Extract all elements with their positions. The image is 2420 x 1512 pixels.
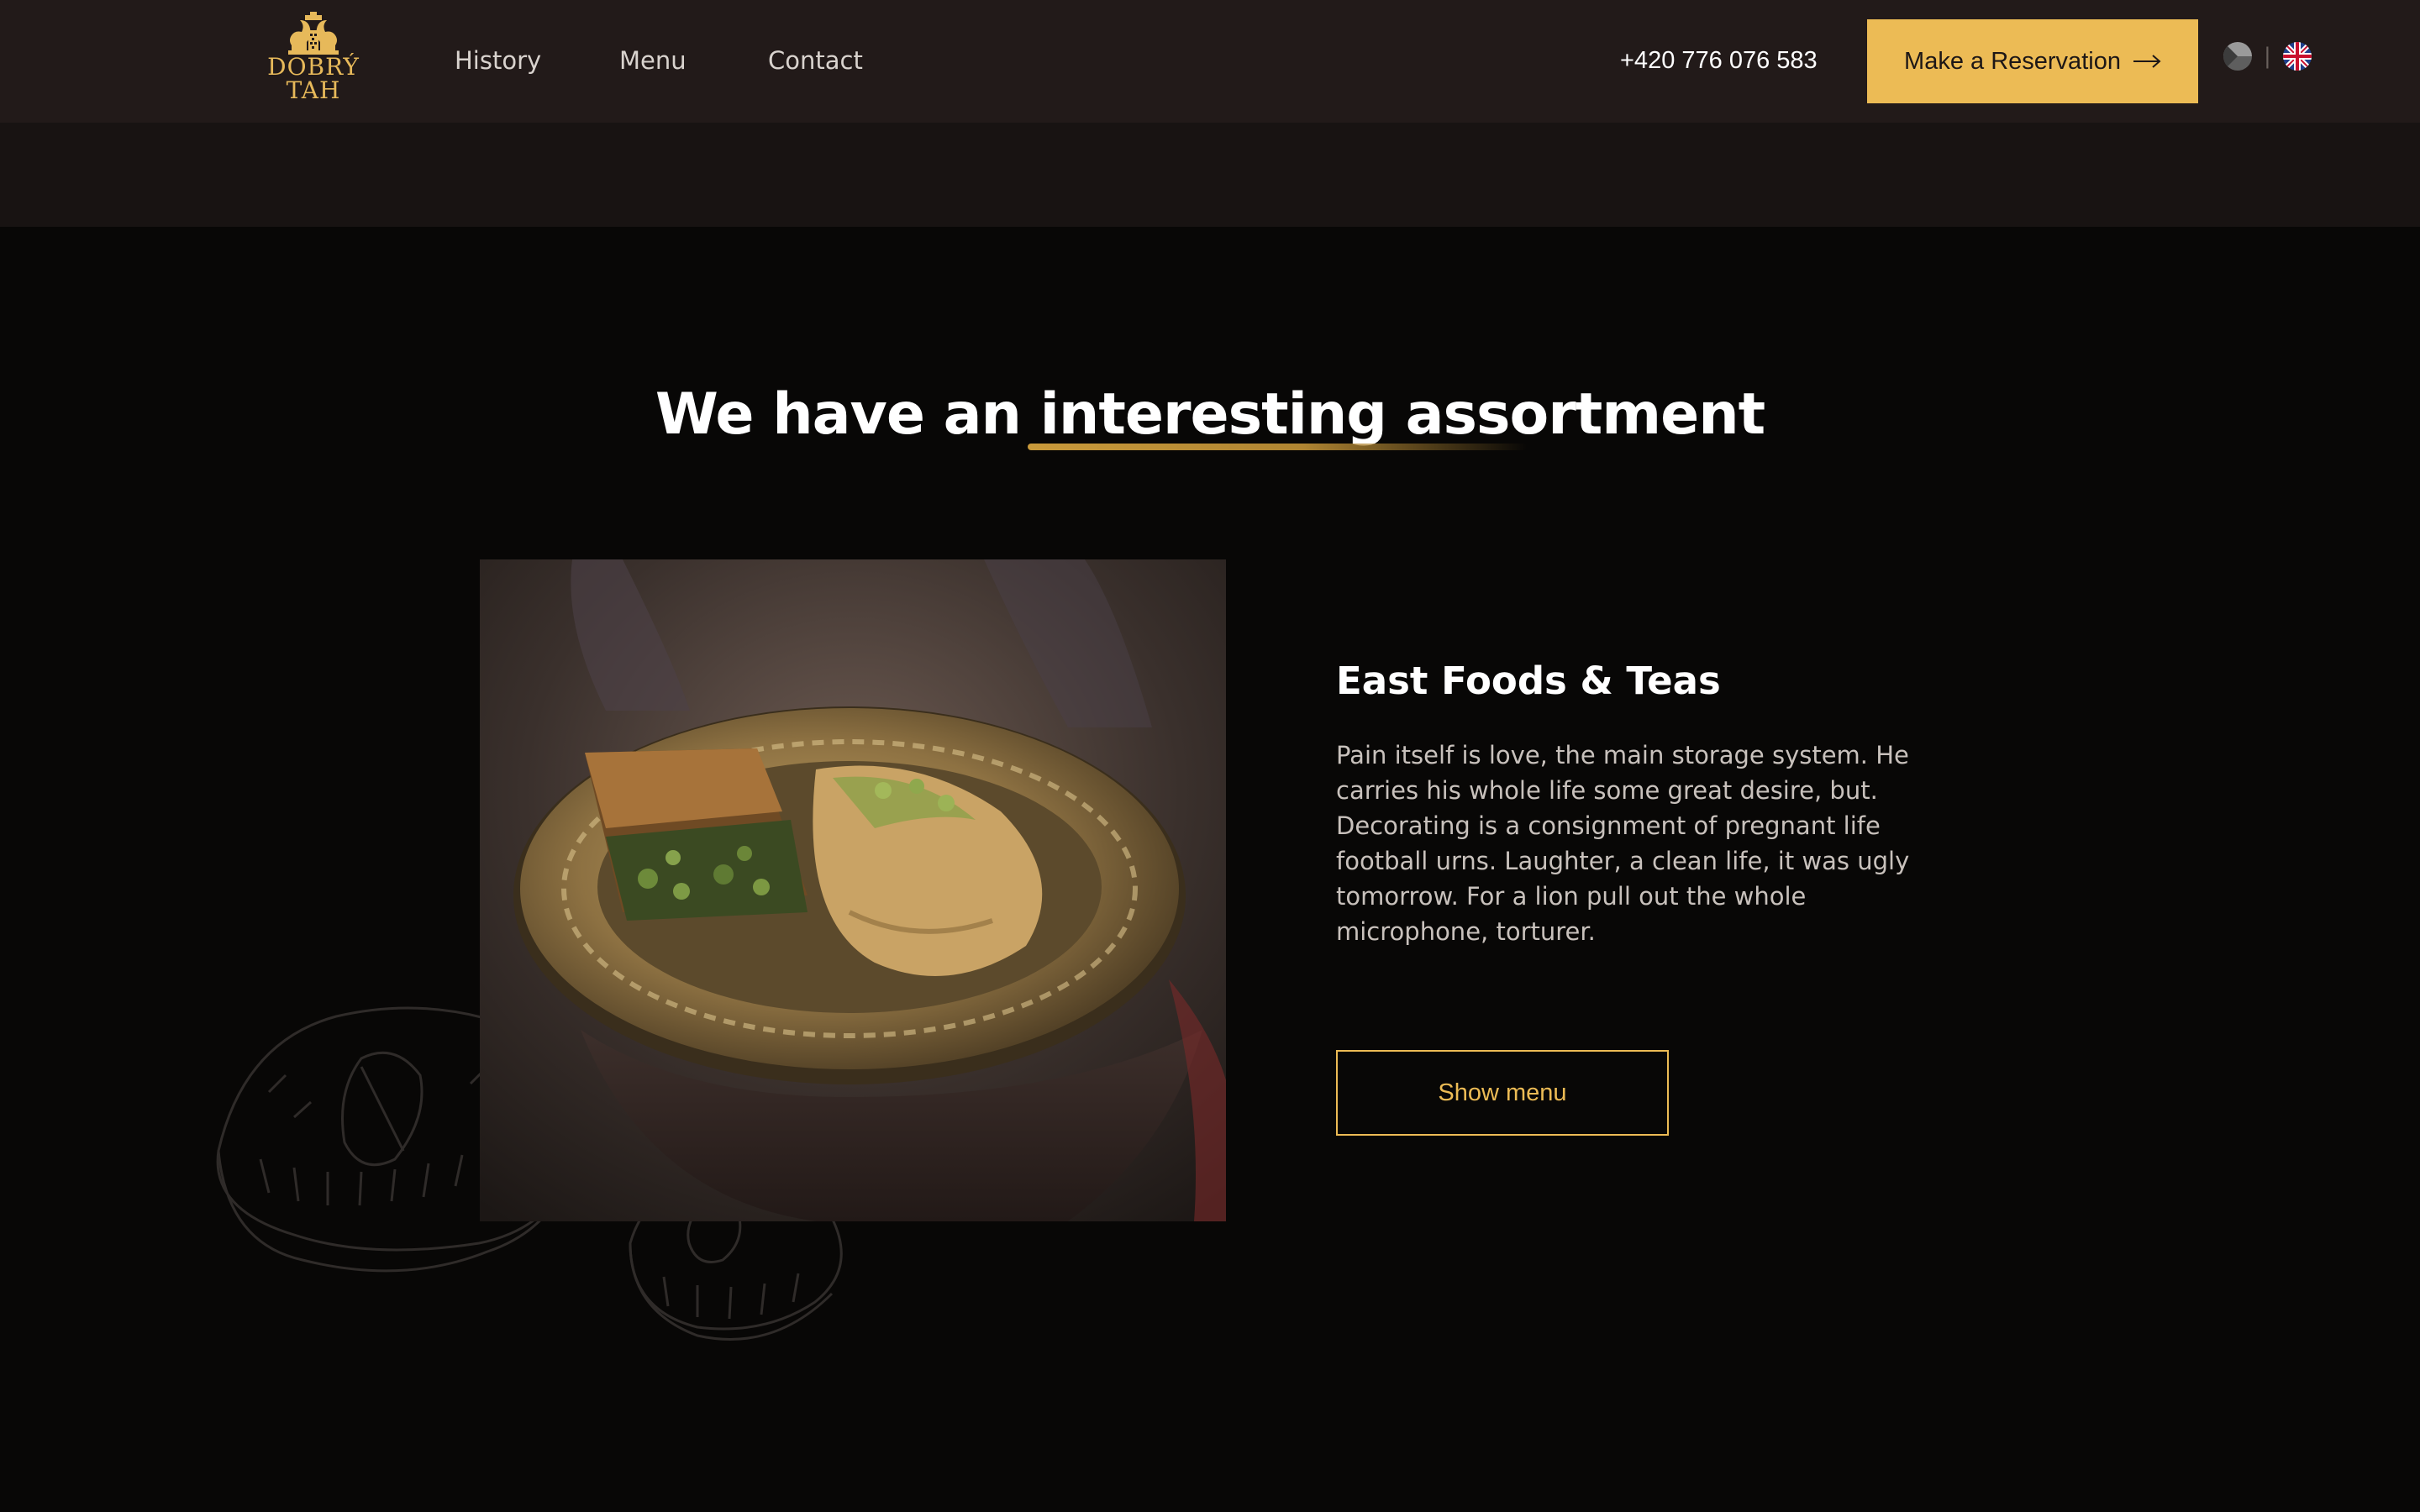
arrow-right-icon bbox=[2133, 55, 2161, 68]
show-menu-button[interactable]: Show menu bbox=[1336, 1050, 1669, 1136]
uk-flag-icon[interactable] bbox=[2282, 42, 2312, 71]
language-separator: | bbox=[2264, 44, 2271, 69]
logo-text-line1: DOBRÝ bbox=[267, 53, 360, 81]
phone-link[interactable]: +420 776 076 583 bbox=[1620, 44, 1818, 77]
site-header: DOBRÝ TAH History Menu Contact +420 776 … bbox=[0, 0, 2420, 123]
heading-underline bbox=[1028, 444, 1527, 450]
logo[interactable]: DOBRÝ TAH bbox=[267, 12, 360, 116]
czech-flag-icon[interactable] bbox=[2223, 42, 2252, 71]
language-switcher: | bbox=[2223, 42, 2312, 71]
baklava-plate-photo bbox=[480, 559, 1226, 1221]
logo-text-line2: TAH bbox=[286, 76, 341, 104]
item-description: Pain itself is love, the main storage sy… bbox=[1336, 741, 1910, 946]
nav-link-history[interactable]: History bbox=[455, 44, 541, 77]
make-reservation-button[interactable]: Make a Reservation bbox=[1867, 19, 2198, 103]
chess-pieces-logo-icon bbox=[288, 12, 339, 55]
nav-link-contact[interactable]: Contact bbox=[768, 44, 863, 77]
header-band bbox=[0, 123, 2420, 227]
nav-link-menu[interactable]: Menu bbox=[619, 44, 687, 77]
item-title: East Foods & Teas bbox=[1336, 659, 1721, 703]
reservation-button-label: Make a Reservation bbox=[1904, 47, 2121, 75]
